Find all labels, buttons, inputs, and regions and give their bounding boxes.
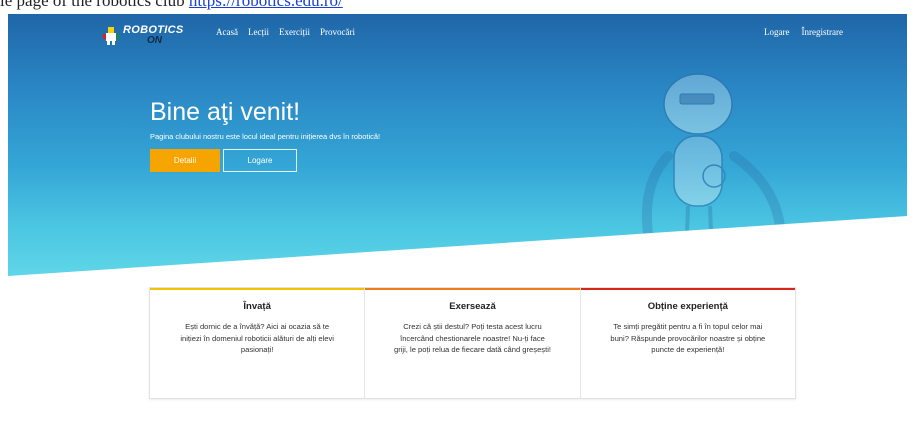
nav-link-challenges[interactable]: Provocări xyxy=(320,27,355,37)
nav-link-lessons[interactable]: Lecții xyxy=(248,27,269,37)
nav-register-link[interactable]: Înregistrare xyxy=(802,27,843,37)
account-menu: Logare Înregistrare xyxy=(764,27,843,37)
card-accent-bar xyxy=(365,288,580,290)
details-button[interactable]: Detalii xyxy=(150,149,220,172)
card-title: Învață xyxy=(243,301,271,312)
nav-link-home[interactable]: Acasă xyxy=(216,27,238,37)
nav-login-link[interactable]: Logare xyxy=(764,27,789,37)
card-accent-bar xyxy=(150,288,365,290)
card-practice: Exersează Crezi că știi destul? Poți tes… xyxy=(365,288,581,398)
hero-title: Bine aţi venit! xyxy=(150,98,301,126)
nav-link-exercises[interactable]: Exerciții xyxy=(279,27,310,37)
card-text: Crezi că știi destul? Poți testa acest l… xyxy=(393,322,551,354)
card-experience: Obține experiență Te simți pregătit pent… xyxy=(580,288,795,398)
card-learn: Învață Ești dornic de a învăță? Aici ai … xyxy=(150,288,366,398)
card-title: Exersează xyxy=(449,301,496,312)
card-accent-bar xyxy=(580,288,795,290)
card-text: Ești dornic de a învăță? Aici ai ocazia … xyxy=(180,322,334,354)
login-button[interactable]: Logare xyxy=(223,149,297,172)
hero-subtitle: Pagina clubului nostru este locul ideal … xyxy=(150,132,381,141)
site-logo[interactable]: ROBOTICS ON xyxy=(101,24,183,54)
card-text: Te simți pregătit pentru a fi în topul c… xyxy=(610,322,766,354)
hero-divider xyxy=(8,216,907,276)
document-caption: le page of the robotics club https://rob… xyxy=(0,0,915,14)
card-title: Obține experiență xyxy=(647,301,728,312)
main-menu: Acasă Lecții Exerciții Provocări xyxy=(216,27,355,37)
logo-subtext: ON xyxy=(147,35,162,46)
caption-text: le page of the robotics club xyxy=(0,0,185,10)
top-navigation: ROBOTICS ON Acasă Lecții Exerciții Provo… xyxy=(8,14,907,54)
feature-cards: Învață Ești dornic de a învăță? Aici ai … xyxy=(149,287,796,399)
hero-section: ROBOTICS ON Acasă Lecții Exerciții Provo… xyxy=(8,14,907,276)
robot-logo-icon xyxy=(103,27,119,45)
caption-link[interactable]: https://robotics.edu.ro/ xyxy=(189,0,343,10)
